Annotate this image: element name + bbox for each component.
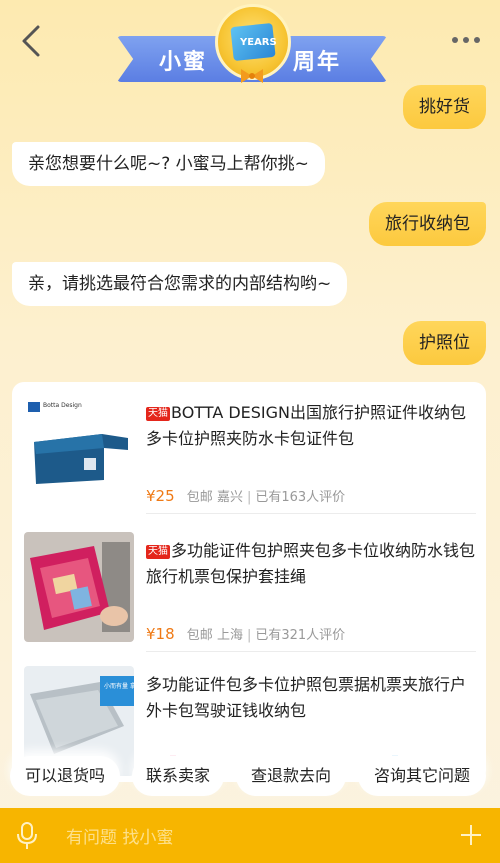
- quick-reply-contact-seller[interactable]: 联系卖家: [132, 756, 224, 796]
- review-count: 已有321人评价: [255, 628, 346, 643]
- review-count: 已有163人评价: [255, 490, 346, 505]
- quick-reply-return[interactable]: 可以退货吗: [10, 756, 120, 796]
- product-image[interactable]: Botta Design: [24, 394, 134, 504]
- shipping-label: 包邮: [186, 490, 213, 505]
- shipping-label: 包邮: [186, 628, 213, 643]
- back-icon[interactable]: [18, 24, 44, 58]
- user-message: 旅行收纳包: [369, 202, 486, 246]
- input-bar: 有问题 找小蜜: [0, 808, 500, 863]
- user-message: 护照位: [403, 321, 486, 365]
- product-title[interactable]: 天猫 多功能证件包护照夹包多卡位收纳防水钱包旅行机票包保护套挂绳: [146, 538, 478, 590]
- bow-icon: [241, 68, 263, 83]
- product-image[interactable]: [24, 532, 134, 642]
- product-list-card: Botta Design 天猫 BOTTA DESIGN出国旅行护照证件收纳包多卡…: [12, 382, 486, 782]
- more-icon[interactable]: [452, 30, 486, 50]
- quick-replies: 可以退货吗 联系卖家 查退款去向 咨询其它问题: [0, 755, 500, 800]
- quick-reply-refund-status[interactable]: 查退款去向: [236, 756, 346, 796]
- location-label: 嘉兴: [216, 490, 243, 505]
- user-message: 挑好货: [403, 85, 486, 129]
- header: 小蜜 周年 YEARS: [0, 0, 500, 92]
- product-item[interactable]: Botta Design 天猫 BOTTA DESIGN出国旅行护照证件收纳包多卡…: [12, 382, 486, 514]
- quick-reply-other[interactable]: 咨询其它问题: [358, 756, 486, 796]
- tmall-badge: 天猫: [146, 545, 170, 559]
- product-price: ¥18: [146, 625, 175, 643]
- product-price: ¥25: [146, 487, 175, 505]
- image-caption: 小而有量 拿起就走: [104, 682, 134, 690]
- product-meta: ¥25 包邮 嘉兴 | 已有163人评价: [146, 487, 346, 505]
- tmall-badge: 天猫: [146, 407, 170, 421]
- microphone-icon[interactable]: [16, 822, 38, 850]
- banner-right-text: 周年: [293, 50, 342, 75]
- banner-left-text: 小蜜: [159, 50, 208, 75]
- brand-logo-text: Botta Design: [43, 402, 82, 409]
- product-title[interactable]: 多功能证件包多卡位护照包票据机票夹旅行户外卡包驾驶证钱收纳包: [146, 672, 478, 724]
- product-title-text: 多功能证件包多卡位护照包票据机票夹旅行户外卡包驾驶证钱收纳包: [146, 675, 467, 720]
- product-title-text: BOTTA DESIGN出国旅行护照证件收纳包多卡位护照夹防水卡包证件包: [146, 403, 467, 448]
- medal-text: YEARS: [240, 37, 277, 48]
- product-title[interactable]: 天猫 BOTTA DESIGN出国旅行护照证件收纳包多卡位护照夹防水卡包证件包: [146, 400, 478, 452]
- bot-message: 亲您想要什么呢~? 小蜜马上帮你挑~: [12, 142, 325, 186]
- plus-icon[interactable]: [460, 822, 482, 848]
- product-meta: ¥18 包邮 上海 | 已有321人评价: [146, 625, 346, 643]
- product-item[interactable]: 天猫 多功能证件包护照夹包多卡位收纳防水钱包旅行机票包保护套挂绳 ¥18 包邮 上…: [12, 520, 486, 652]
- product-title-text: 多功能证件包护照夹包多卡位收纳防水钱包旅行机票包保护套挂绳: [146, 541, 476, 586]
- anniversary-banner: 小蜜 周年 YEARS: [117, 4, 387, 92]
- bot-message: 亲，请挑选最符合您需求的内部结构哟~: [12, 262, 348, 306]
- message-input[interactable]: 有问题 找小蜜: [66, 823, 173, 848]
- location-label: 上海: [216, 628, 243, 643]
